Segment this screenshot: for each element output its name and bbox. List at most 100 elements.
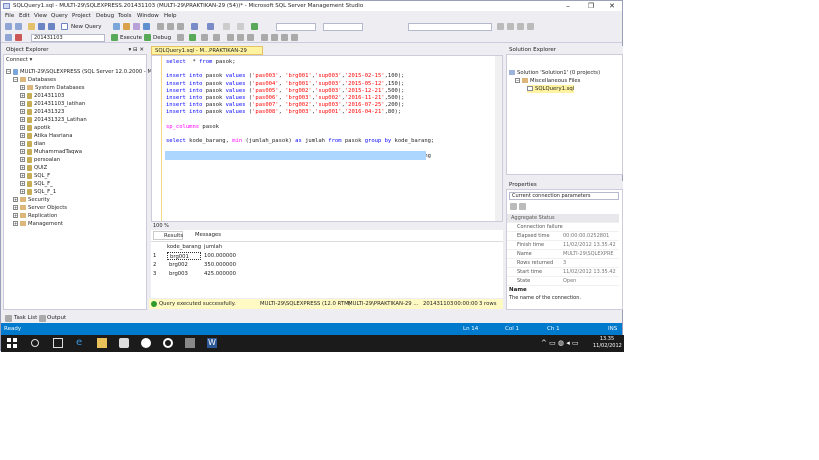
- code-line[interactable]: insert into pasok values ('pas005', 'brg…: [166, 88, 405, 95]
- toolbox-icon[interactable]: [517, 23, 524, 30]
- connect-icon[interactable]: [5, 34, 12, 41]
- categorized-icon[interactable]: [510, 203, 517, 210]
- query-editor[interactable]: select * from pasok; insert into pasok va…: [151, 55, 503, 222]
- tree-databases-node[interactable]: − Databases: [13, 76, 56, 84]
- disconnect-icon[interactable]: [15, 34, 22, 41]
- save-all-icon[interactable]: [48, 23, 55, 30]
- editor-vertical-scrollbar[interactable]: [495, 56, 502, 221]
- debug-button[interactable]: Debug: [153, 35, 171, 41]
- object-explorer-icon[interactable]: [507, 23, 514, 30]
- analysis-query-icon[interactable]: [123, 23, 130, 30]
- tree-db-item[interactable]: + apotik: [20, 124, 50, 132]
- menu-help[interactable]: Help: [164, 13, 177, 19]
- tab-results[interactable]: Results: [153, 231, 183, 240]
- minimize-button[interactable]: –: [561, 2, 575, 10]
- column-header[interactable]: jumlah: [204, 243, 238, 251]
- query-designer-icon[interactable]: [213, 34, 220, 41]
- property-row[interactable]: Finish time 11/02/2012 13.35.42: [507, 241, 619, 250]
- comment-icon[interactable]: [261, 34, 268, 41]
- menu-query[interactable]: Query: [51, 13, 68, 19]
- start-icon[interactable]: [251, 23, 258, 30]
- tree-db-item[interactable]: +201431323: [20, 108, 64, 116]
- cancel-query-icon[interactable]: [177, 34, 184, 41]
- edge-icon[interactable]: e: [76, 338, 86, 348]
- xmla-query-icon[interactable]: [143, 23, 150, 30]
- grid-cell[interactable]: brg001: [167, 252, 201, 260]
- tree-db-item[interactable]: + Atika Hasriana: [20, 132, 72, 140]
- chrome-icon[interactable]: [141, 338, 151, 348]
- solution-node[interactable]: Solution 'Solution1' (0 projects): [509, 69, 600, 77]
- clock-date[interactable]: 11/02/2012: [593, 343, 622, 349]
- code-line[interactable]: insert into pasok values ('pas004', 'brg…: [166, 81, 405, 88]
- file-explorer-icon[interactable]: [97, 338, 107, 348]
- start-icon[interactable]: [7, 338, 17, 348]
- grid-cell[interactable]: 425.000000: [204, 270, 236, 278]
- copy-icon[interactable]: [167, 23, 174, 30]
- parse-icon[interactable]: [189, 34, 196, 41]
- code-line[interactable]: sp_columns pasok: [166, 124, 219, 131]
- display-plan-icon[interactable]: [201, 34, 208, 41]
- grid-cell[interactable]: 350.000000: [204, 261, 236, 269]
- code-line[interactable]: select kode_barang, min (jumlah_pasok) a…: [166, 138, 434, 145]
- property-row[interactable]: Rows returned 3: [507, 259, 619, 268]
- new-query-button[interactable]: New Query: [71, 24, 101, 30]
- pin-icon[interactable]: ▾ ⊟ ✕: [129, 46, 144, 54]
- results-to-text-icon[interactable]: [227, 34, 234, 41]
- customize-icon[interactable]: [527, 23, 534, 30]
- tab-sqlquery1[interactable]: SQLQuery1.sql - M...PRAKTIKAN-29 (54))*✕: [151, 46, 263, 63]
- tree-security-node[interactable]: + Security: [13, 196, 50, 204]
- column-header[interactable]: kode_barang: [167, 243, 201, 251]
- tree-replication-node[interactable]: + Replication: [13, 212, 57, 220]
- word-icon[interactable]: W: [207, 338, 217, 348]
- collapse-icon[interactable]: −: [13, 77, 18, 82]
- debug-icon[interactable]: [144, 34, 151, 41]
- collapse-icon[interactable]: −: [6, 69, 11, 74]
- tree-db-item[interactable]: +201431103_latihan: [20, 100, 85, 108]
- ssms-taskbar-icon[interactable]: [185, 338, 195, 348]
- code-line[interactable]: insert into pasok values ('pas003', 'brg…: [166, 73, 405, 80]
- menu-window[interactable]: Window: [137, 13, 159, 19]
- menu-debug[interactable]: Debug: [96, 13, 114, 19]
- new-query-icon[interactable]: [61, 23, 68, 30]
- store-icon[interactable]: [119, 338, 129, 348]
- results-to-file-icon[interactable]: [247, 34, 254, 41]
- open-file-icon[interactable]: [28, 23, 35, 30]
- grid-cell[interactable]: brg002: [169, 261, 188, 269]
- code-line[interactable]: select * from pasok;: [166, 59, 236, 66]
- property-row[interactable]: State Open: [507, 277, 619, 286]
- zoom-combo[interactable]: 100 %: [153, 223, 169, 229]
- restore-button[interactable]: ❐: [584, 2, 598, 10]
- menu-file[interactable]: File: [5, 13, 14, 19]
- search-icon[interactable]: [31, 339, 39, 347]
- execute-icon[interactable]: [111, 34, 118, 41]
- forward-icon[interactable]: [15, 23, 22, 30]
- database-engine-query-icon[interactable]: [113, 23, 120, 30]
- property-row[interactable]: Name MULTI-29\SQLEXPRE: [507, 250, 619, 259]
- results-to-grid-icon[interactable]: [237, 34, 244, 41]
- property-row[interactable]: Start time 11/02/2012 13.35.42: [507, 268, 619, 277]
- menu-project[interactable]: Project: [72, 13, 91, 19]
- menu-tools[interactable]: Tools: [118, 13, 132, 19]
- app-icon[interactable]: [163, 338, 173, 348]
- task-view-icon[interactable]: [53, 338, 63, 348]
- tree-db-item[interactable]: + MuhammadTaqwa: [20, 148, 82, 156]
- outdent-icon[interactable]: [291, 34, 298, 41]
- misc-files-node[interactable]: − Miscellaneous Files: [515, 77, 580, 85]
- tray-icons[interactable]: ^ ▭ ◍ ◂ ▭: [541, 339, 579, 347]
- dmx-query-icon[interactable]: [133, 23, 140, 30]
- debug-target-icon[interactable]: [237, 23, 244, 30]
- menu-view[interactable]: View: [34, 13, 47, 19]
- save-icon[interactable]: [38, 23, 45, 30]
- indent-icon[interactable]: [281, 34, 288, 41]
- tree-server-objects-node[interactable]: + Server Objects: [13, 204, 67, 212]
- close-button[interactable]: ✕: [605, 2, 619, 10]
- tree-db-item[interactable]: + QUIZ: [20, 164, 47, 172]
- tree-db-item[interactable]: +201431103: [20, 92, 64, 100]
- execute-button[interactable]: Execute: [120, 35, 142, 41]
- solution-config-combo[interactable]: [276, 23, 316, 31]
- property-row[interactable]: Elapsed time 00:00:00.0252801: [507, 232, 619, 241]
- tree-db-item[interactable]: + persoalan: [20, 156, 60, 164]
- tree-db-item[interactable]: + System Databases: [20, 84, 84, 92]
- tree-db-item[interactable]: + dian: [20, 140, 45, 148]
- results-grid[interactable]: kode_barang jumlah 1 brg001 100.000000 2…: [151, 241, 503, 298]
